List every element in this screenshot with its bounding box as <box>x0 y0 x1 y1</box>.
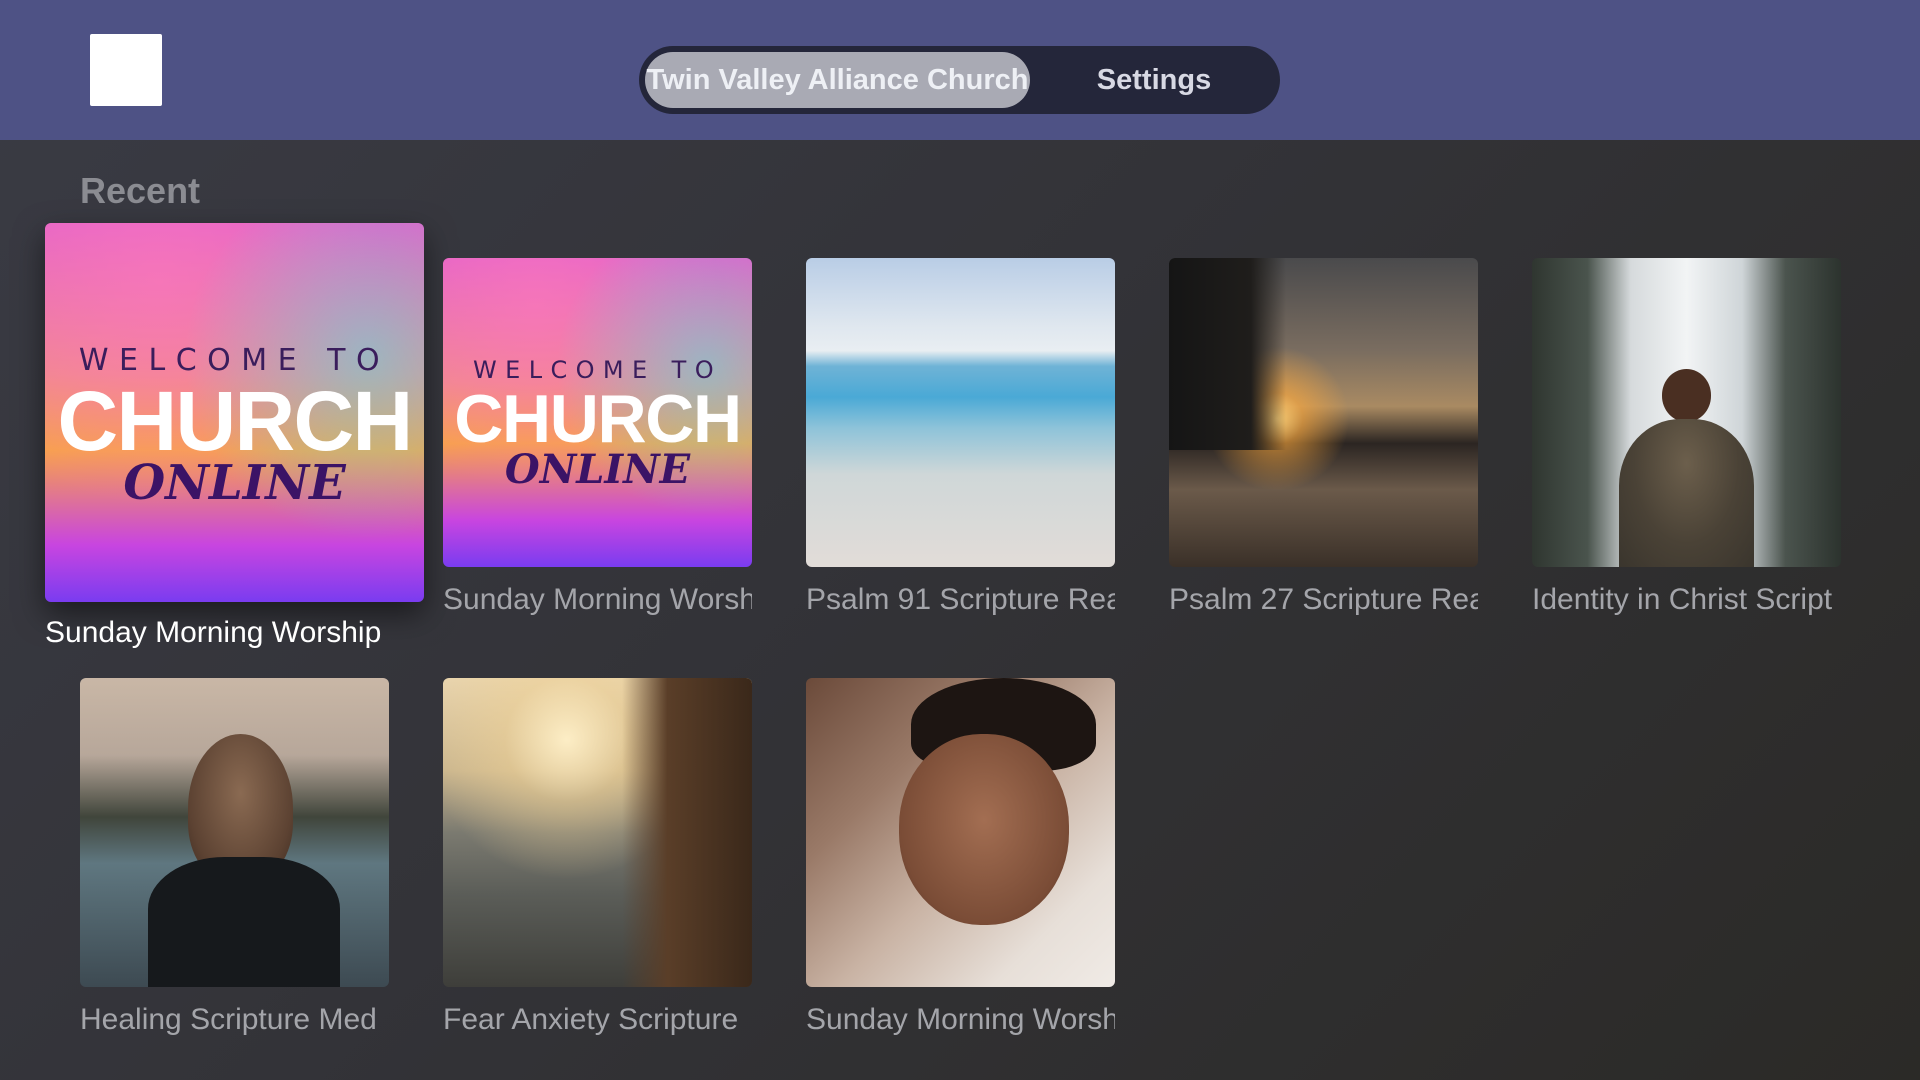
person-silhouette <box>1618 418 1755 567</box>
media-title: Sunday Morning Worsh <box>443 583 752 616</box>
section-title-recent: Recent <box>80 170 201 211</box>
media-card[interactable]: Fear Anxiety Scripture <box>443 678 752 1048</box>
media-card[interactable]: Healing Scripture Med <box>80 678 389 1048</box>
sunset-shore-image <box>1169 258 1478 567</box>
woman-shoulders <box>147 857 340 987</box>
trees-silhouette <box>1169 258 1287 450</box>
woman-lake-image <box>80 678 389 987</box>
media-thumbnail <box>443 678 752 987</box>
welcome-church-online-artwork: WELCOME TO CHURCH ONLINE <box>443 258 752 567</box>
media-thumbnail <box>1532 258 1841 567</box>
media-title: Psalm 91 Scripture Rea <box>806 583 1115 616</box>
media-title: Psalm 27 Scripture Rea <box>1169 583 1478 616</box>
windblown-hair <box>622 678 752 987</box>
media-card[interactable]: Sunday Morning Worsh <box>806 678 1115 1048</box>
media-thumbnail <box>806 258 1115 567</box>
person-head <box>1661 369 1712 422</box>
beach-image <box>806 258 1115 567</box>
media-thumbnail <box>806 678 1115 987</box>
media-thumbnail <box>80 678 389 987</box>
media-title: Sunday Morning Worship <box>45 616 382 649</box>
media-title: Identity in Christ Script <box>1532 583 1833 616</box>
media-title: Fear Anxiety Scripture <box>443 1003 739 1036</box>
media-thumbnail <box>1169 258 1478 567</box>
artwork-text-online: ONLINE <box>504 446 691 493</box>
media-title: Sunday Morning Worsh <box>806 1003 1115 1036</box>
media-thumbnail: WELCOME TO CHURCH ONLINE <box>443 258 752 567</box>
waterfall-image <box>1532 258 1841 567</box>
artwork-text-online: ONLINE <box>123 455 346 511</box>
media-card[interactable]: WELCOME TO CHURCH ONLINE Sunday Morning … <box>45 223 424 653</box>
sea-sunlight-image <box>443 678 752 987</box>
tab-twin-valley-alliance-church[interactable]: Twin Valley Alliance Church <box>645 52 1030 108</box>
woman-face <box>898 733 1069 926</box>
media-card[interactable]: Psalm 27 Scripture Rea <box>1169 258 1478 628</box>
media-card[interactable]: WELCOME TO CHURCH ONLINE Sunday Morning … <box>443 258 752 628</box>
top-bar: Twin Valley Alliance Church Settings <box>0 0 1920 140</box>
media-title: Healing Scripture Med <box>80 1003 377 1036</box>
welcome-church-online-artwork: WELCOME TO CHURCH ONLINE <box>45 223 424 602</box>
media-card[interactable]: Psalm 91 Scripture Rea <box>806 258 1115 628</box>
media-card[interactable]: Identity in Christ Script <box>1532 258 1841 628</box>
media-thumbnail: WELCOME TO CHURCH ONLINE <box>45 223 424 602</box>
worship-couple-image <box>806 678 1115 987</box>
app-root: Twin Valley Alliance Church Settings Rec… <box>0 0 1920 1080</box>
tab-settings[interactable]: Settings <box>1044 52 1264 108</box>
tab-bar: Twin Valley Alliance Church Settings <box>639 46 1280 114</box>
app-logo <box>90 34 162 106</box>
